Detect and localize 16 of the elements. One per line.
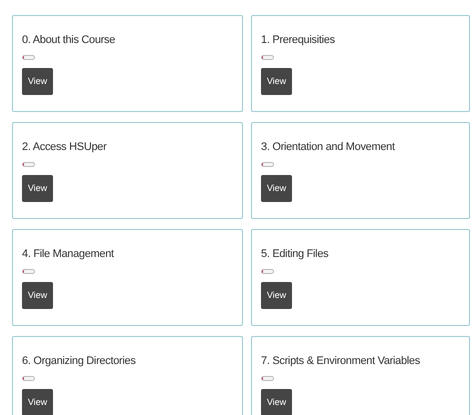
view-button[interactable]: View [22, 175, 53, 202]
module-title: 3. Orientation and Movement [261, 140, 395, 154]
module-title: 1. Prerequisities [261, 33, 335, 47]
view-button[interactable]: View [22, 68, 53, 95]
view-button[interactable]: View [261, 389, 292, 415]
module-title: 4. File Management [22, 247, 114, 261]
view-button[interactable]: View [261, 68, 292, 95]
view-button[interactable]: View [261, 282, 292, 309]
view-button[interactable]: View [261, 175, 292, 202]
module-title: 7. Scripts & Environment Variables [261, 354, 420, 368]
module-title: 5. Editing Files [261, 247, 328, 261]
module-title: 2. Access HSUper [22, 140, 106, 154]
module-title: 6. Organizing Directories [22, 354, 136, 368]
module-title: 0. About this Course [22, 33, 116, 47]
view-button[interactable]: View [22, 282, 53, 309]
view-button[interactable]: View [22, 389, 53, 415]
